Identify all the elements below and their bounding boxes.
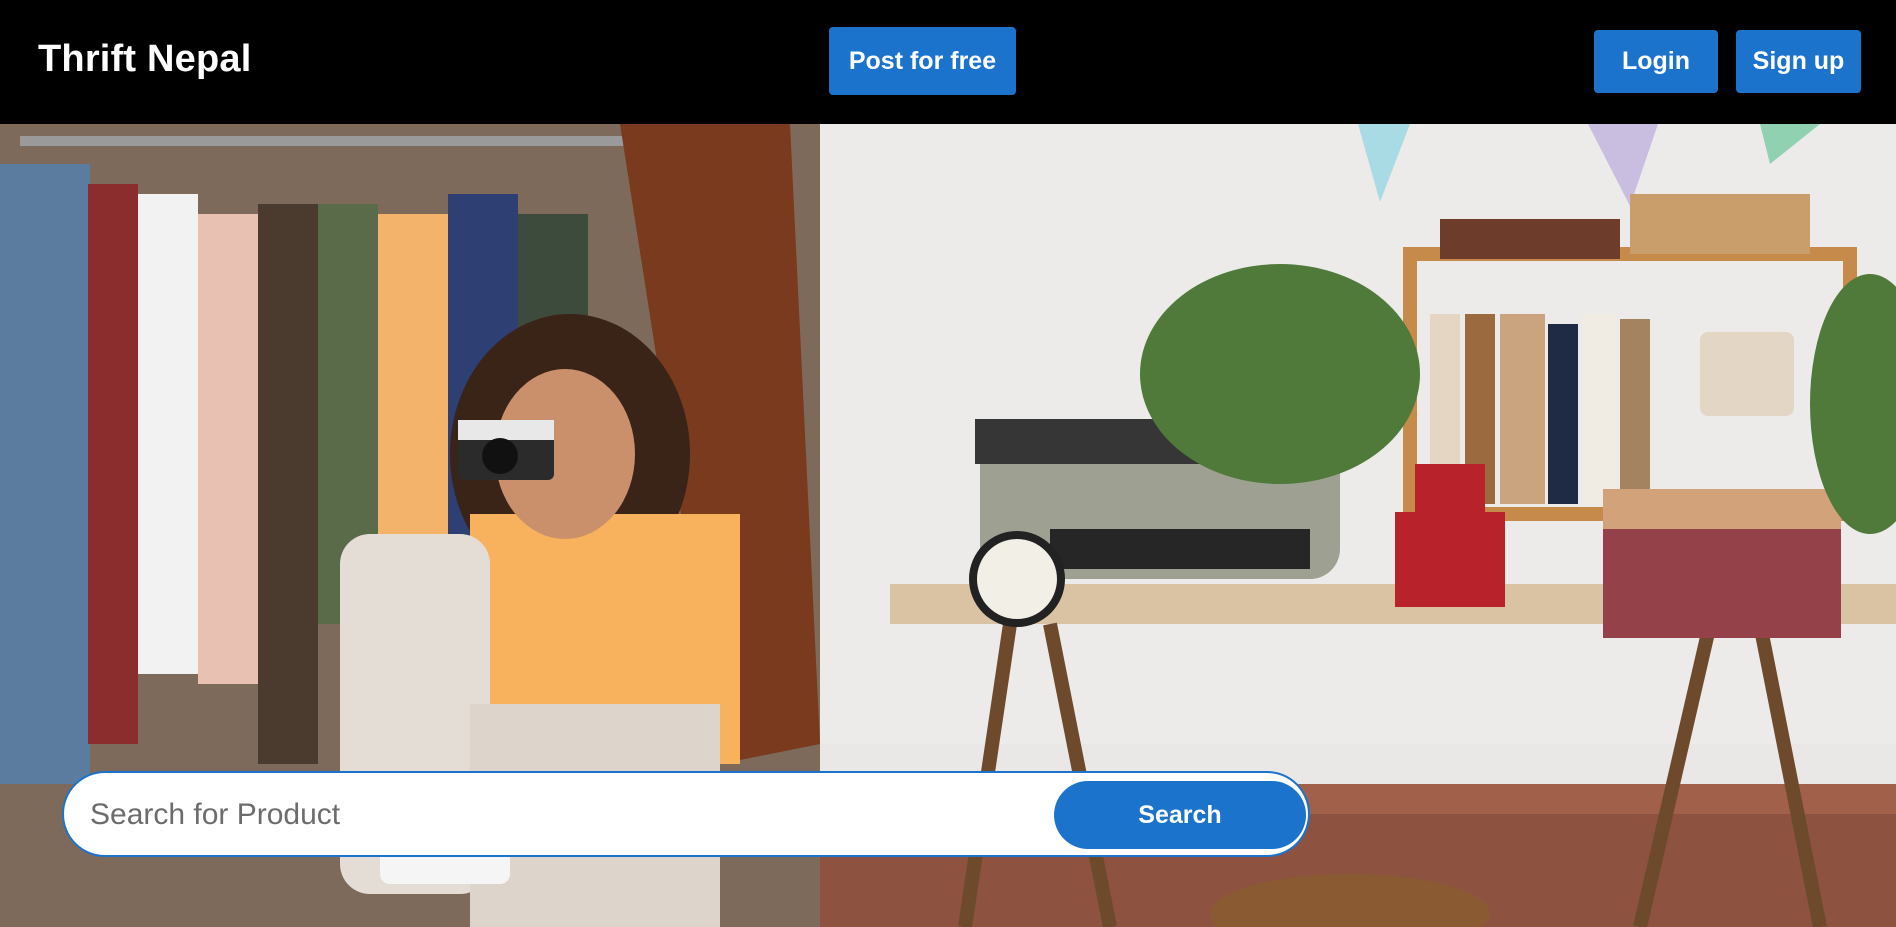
login-button[interactable]: Login xyxy=(1594,30,1718,93)
hero-banner: Search xyxy=(0,124,1896,927)
search-input[interactable] xyxy=(88,787,1082,843)
post-for-free-button[interactable]: Post for free xyxy=(829,27,1016,95)
brand-logo[interactable]: Thrift Nepal xyxy=(38,38,252,81)
navbar: Thrift Nepal Post for free Login Sign up xyxy=(0,0,1896,124)
search-button[interactable]: Search xyxy=(1054,781,1306,849)
search-bar: Search xyxy=(62,771,1310,857)
signup-button[interactable]: Sign up xyxy=(1736,30,1861,93)
